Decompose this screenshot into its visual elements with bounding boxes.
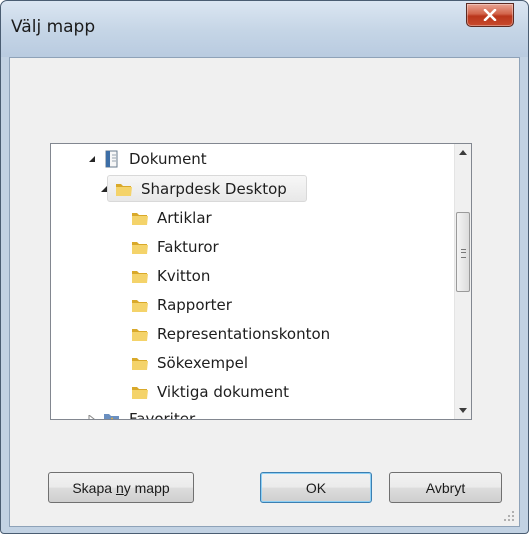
documents-library-icon [105, 150, 118, 168]
new-folder-label-prefix: Skapa [72, 479, 116, 496]
scroll-up-arrow-icon [459, 150, 467, 155]
tree-item-label: Rapporter [157, 296, 232, 314]
expanded-arrow-icon[interactable] [99, 184, 109, 194]
tree-item-label: Kvitton [157, 267, 211, 285]
window-title: Välj mapp [11, 17, 96, 37]
favorites-icon [104, 414, 119, 419]
folder-icon [132, 242, 148, 254]
tree-item-label: Sökexempel [157, 354, 248, 372]
new-folder-mnemonic: n [115, 479, 124, 496]
vertical-scrollbar[interactable] [454, 144, 471, 419]
close-icon [483, 9, 497, 21]
new-folder-label-suffix: y mapp [123, 479, 170, 496]
scrollbar-thumb[interactable] [456, 212, 470, 292]
dialog-client-area: Dokument Sharpdesk Desktop Artiklar Fakt… [9, 57, 520, 527]
scroll-down-button[interactable] [455, 402, 471, 419]
tree-item-fakturor[interactable]: Fakturor [131, 234, 219, 260]
grip-icon [461, 249, 466, 258]
ok-button[interactable]: OK [260, 472, 372, 503]
new-folder-button[interactable]: Skapa ny mapp [48, 472, 194, 503]
tree-item-label: Representationskonton [157, 325, 331, 343]
dialog-window: Välj mapp Dokument Sharpdesk Desktop Art… [0, 0, 529, 534]
tree-item-label: Viktiga dokument [157, 383, 289, 401]
new-folder-label: Skapa ny mapp [72, 480, 169, 496]
cancel-button[interactable]: Avbryt [389, 472, 502, 503]
scroll-down-arrow-icon [459, 408, 467, 413]
tree-item-kvitton[interactable]: Kvitton [131, 263, 210, 289]
scroll-up-button[interactable] [455, 144, 471, 161]
tree-item-dokument[interactable]: Dokument [87, 146, 207, 172]
tree-item-rapporter[interactable]: Rapporter [131, 292, 232, 318]
tree-item-label: Dokument [129, 150, 207, 168]
tree-item-label: Favoriter [129, 410, 196, 420]
collapsed-arrow-icon[interactable] [87, 414, 97, 419]
folder-tree[interactable]: Dokument Sharpdesk Desktop Artiklar Fakt… [50, 143, 472, 420]
folder-icon [132, 271, 148, 283]
folder-icon [132, 329, 148, 341]
tree-item-sokexempel[interactable]: Sökexempel [131, 350, 248, 376]
resize-grip-icon[interactable] [503, 510, 515, 522]
folder-icon [132, 387, 148, 399]
folder-icon [116, 184, 132, 196]
folder-icon [132, 300, 148, 312]
tree-item-label: Artiklar [157, 209, 212, 227]
tree-item-label: Sharpdesk Desktop [141, 180, 287, 198]
expanded-arrow-icon[interactable] [87, 154, 97, 164]
tree-item-viktiga-dokument[interactable]: Viktiga dokument [131, 379, 289, 405]
tree-item-sharpdesk-desktop[interactable]: Sharpdesk Desktop [99, 176, 287, 202]
folder-icon [132, 213, 148, 225]
folder-icon [132, 358, 148, 370]
tree-item-artiklar[interactable]: Artiklar [131, 205, 212, 231]
tree-item-representationskonton[interactable]: Representationskonton [131, 321, 330, 347]
close-button[interactable] [466, 3, 514, 27]
tree-item-label: Fakturor [157, 238, 219, 256]
tree-item-favoriter[interactable]: Favoriter [87, 406, 196, 420]
